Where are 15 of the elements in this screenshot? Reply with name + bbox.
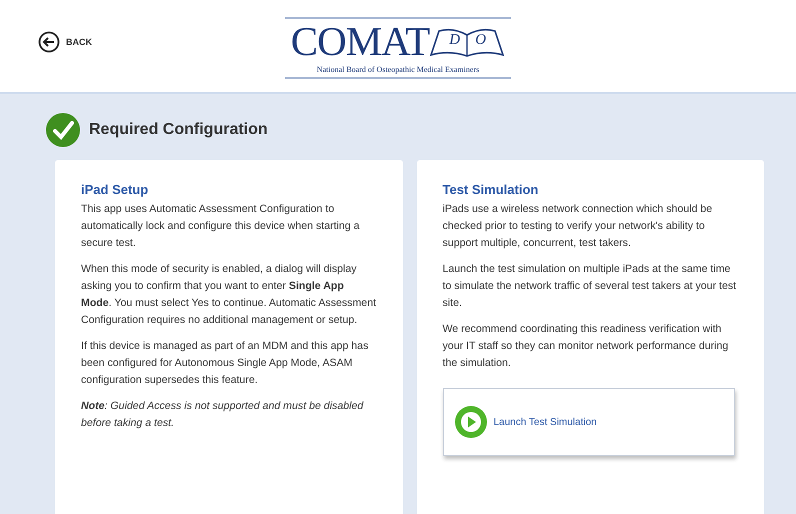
- logo-tagline: National Board of Osteopathic Medical Examiners: [316, 65, 480, 74]
- paragraph: iPads use a wireless network connection which should be checked prior to testing to verify your network's ability to support multiple, concurrent, test takers.: [442, 202, 714, 251]
- launch-button[interactable]: Launch Test Simulation: [442, 388, 734, 456]
- play-icon: [454, 405, 488, 439]
- paragraph: If this device is managed as part of an MDM and this app has been configured for Autonomous Single App Mode, ASAM configuration supersedes this feature.: [81, 339, 370, 388]
- paragraph: Launch the test simulation on multiple iPads at the same time to simulate the network traffic of several test takers at your test site.: [442, 262, 738, 311]
- card-title: iPad Setup: [81, 182, 150, 197]
- paragraph: We recommend coordinating this readiness verification with your IT staff so they can monitor network performance during the simulation.: [442, 322, 730, 371]
- card-title: Test Simulation: [442, 182, 540, 197]
- back-button[interactable]: BACK: [38, 31, 92, 53]
- note-text: Note: Guided Access is not supported and must be disabled before taking a test.: [81, 399, 364, 431]
- paragraph: This app uses Automatic Assessment Configuration to automatically lock and configure this device when starting a secure test.: [81, 202, 361, 251]
- section-title: Required Configuration: [89, 121, 268, 139]
- logo-wordmark: COMAT: [290, 19, 430, 63]
- paragraph: When this mode of security is enabled, a dialog will display asking you to confirm that you want to enter Single App Mode. You must select Yes to continue. Automatic Assessment Configuration requires no additional management or setup.: [81, 262, 376, 328]
